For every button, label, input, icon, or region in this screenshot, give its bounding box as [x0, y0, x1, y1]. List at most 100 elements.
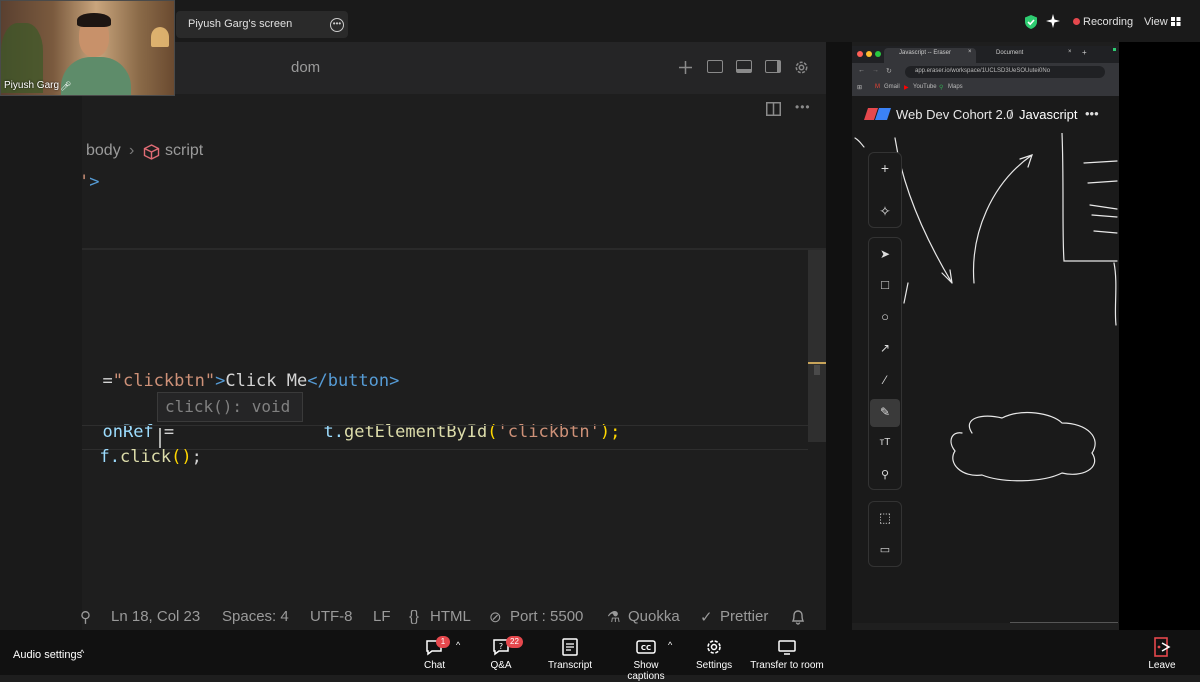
pen-icon[interactable]: ✎ [868, 397, 902, 427]
youtube-icon: ▶ [904, 85, 909, 91]
leave-door-icon[interactable] [1152, 637, 1172, 657]
select-cursor-icon[interactable]: ➤ [868, 239, 902, 269]
transfer-room-icon[interactable] [778, 640, 796, 655]
share-active-indicator [1113, 48, 1116, 51]
split-editor-icon[interactable] [766, 102, 781, 116]
canvas-scroll-indicator[interactable] [1010, 622, 1118, 628]
cursor-position[interactable]: Ln 18, Col 23 [111, 608, 200, 625]
arrow-icon[interactable]: ↗ [868, 333, 902, 363]
transfer-to-room-button[interactable]: Transfer to room [750, 660, 824, 671]
leave-button[interactable]: Leave [1148, 660, 1176, 671]
browser-tab-label[interactable]: Document [996, 50, 1023, 56]
scrollbar-thumb[interactable] [814, 365, 820, 375]
breadcrumb-item-script[interactable]: script [165, 142, 203, 160]
transcript-button[interactable]: Transcript [548, 660, 592, 671]
editor-scrollbar[interactable] [808, 250, 826, 442]
minimize-window-icon[interactable] [866, 51, 872, 57]
eraser-logo-icon[interactable] [864, 108, 891, 120]
rectangle-icon[interactable]: □ [868, 270, 902, 300]
screen-share-title: Piyush Garg's screen [188, 18, 293, 30]
code-line-click[interactable]: f.click(); [79, 427, 201, 467]
indentation-status[interactable]: Spaces: 4 [222, 608, 289, 625]
element-cube-icon [143, 144, 160, 160]
workspace-name[interactable]: Web Dev Cohort 2.0 [896, 107, 1014, 122]
participant-name: Piyush Garg [4, 80, 60, 91]
circle-icon[interactable]: ○ [868, 302, 902, 332]
settings-button[interactable]: Settings [696, 660, 732, 671]
code-fragment: '> [79, 172, 100, 192]
frame-icon[interactable]: ⬚ [868, 503, 902, 533]
comment-icon[interactable]: ▭ [868, 535, 902, 565]
notification-bell-icon[interactable] [791, 609, 805, 625]
search-icon[interactable]: ⚲ [80, 608, 91, 626]
bookmark-maps[interactable]: Maps [948, 84, 963, 90]
eol-status[interactable]: LF [373, 608, 391, 625]
show-captions-button[interactable]: Show captions [614, 660, 678, 682]
braces-icon: {} [409, 608, 420, 625]
svg-text:?: ? [499, 642, 503, 651]
prettier-status[interactable]: Prettier [720, 608, 768, 625]
microphone-icon: 🎤︎ [60, 81, 72, 91]
text-tool-icon[interactable]: ᴛT [868, 428, 902, 458]
new-tab-icon[interactable]: + [1082, 48, 1087, 57]
reload-icon[interactable]: ↻ [886, 67, 892, 75]
code-line-button[interactable]: ="clickbtn">Click Me</button> [82, 351, 399, 391]
ai-companion-icon[interactable] [1046, 14, 1060, 28]
sticky-scroll-region [82, 171, 826, 249]
scrollbar-marker [808, 362, 826, 364]
security-shield-icon[interactable] [1023, 14, 1039, 30]
apps-grid-icon[interactable]: ⊞ [857, 84, 862, 91]
file-name[interactable]: Javascript [1019, 107, 1078, 122]
add-icon[interactable]: + [868, 153, 902, 183]
toggle-panel-icon[interactable] [736, 60, 752, 73]
line-icon[interactable]: ⁄ [868, 365, 902, 395]
bookmark-youtube[interactable]: YouTube [913, 84, 937, 90]
new-file-icon[interactable] [678, 60, 693, 75]
chevron-up-icon[interactable]: ^ [80, 648, 84, 658]
share-options-icon[interactable]: ••• [330, 18, 344, 32]
live-server-port[interactable]: Port : 5500 [510, 608, 583, 625]
pane-divider [826, 42, 852, 630]
ai-sparkle-icon[interactable]: ✧ [868, 196, 902, 226]
toggle-sidebar-icon[interactable] [707, 60, 723, 73]
nav-back-icon[interactable]: ← [858, 67, 865, 74]
video-background [151, 27, 169, 47]
quokka-status[interactable]: Quokka [628, 608, 680, 625]
close-tab-icon[interactable]: × [1068, 49, 1072, 55]
transcript-icon[interactable] [562, 638, 578, 656]
breadcrumb-item-body[interactable]: body [86, 142, 121, 160]
more-options-icon[interactable]: ••• [1085, 106, 1099, 121]
qa-button[interactable]: Q&A [488, 660, 514, 671]
hover-signature: click(): void [165, 397, 291, 416]
encoding-status[interactable]: UTF-8 [310, 608, 353, 625]
language-mode[interactable]: HTML [430, 608, 471, 625]
more-actions-icon[interactable]: ••• [795, 100, 811, 114]
close-tab-icon[interactable]: × [968, 49, 972, 55]
screen-margin [1119, 42, 1200, 630]
qa-badge: 22 [506, 636, 523, 648]
editor-tab-row [82, 94, 826, 131]
text-cursor [159, 428, 161, 448]
search-canvas-icon[interactable]: ⚲ [868, 460, 902, 490]
chevron-up-icon[interactable]: ^ [668, 640, 672, 650]
grid-view-icon[interactable] [1171, 17, 1181, 26]
chat-badge: 1 [436, 636, 450, 648]
no-entry-icon: ⊘ [489, 609, 502, 626]
settings-icon[interactable] [705, 638, 723, 656]
settings-gear-icon[interactable] [793, 59, 810, 76]
recording-label[interactable]: Recording [1083, 16, 1133, 28]
quokka-icon: ⚗ [607, 609, 621, 626]
address-bar-url: app.eraser.io/workspace/1UCLSD3UeSOUutei… [915, 68, 1051, 74]
nav-forward-icon[interactable]: → [872, 67, 879, 74]
bookmark-gmail[interactable]: Gmail [884, 84, 900, 90]
chevron-up-icon[interactable]: ^ [456, 640, 460, 650]
closed-captions-icon[interactable]: CC [636, 640, 656, 654]
toggle-secondary-sidebar-icon[interactable] [765, 60, 781, 73]
audio-settings-button[interactable]: Audio settings [13, 649, 82, 661]
close-window-icon[interactable] [857, 51, 863, 57]
maximize-window-icon[interactable] [875, 51, 881, 57]
maps-icon: ⚲ [939, 85, 944, 91]
participant-figure [61, 57, 131, 95]
chat-button[interactable]: Chat [424, 660, 445, 671]
view-button[interactable]: View [1144, 16, 1168, 28]
